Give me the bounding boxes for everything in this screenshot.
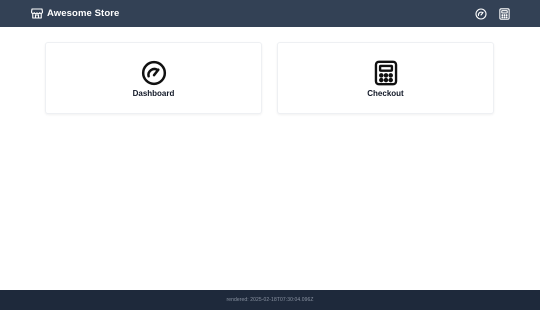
- brand[interactable]: Awesome Store: [31, 8, 119, 19]
- checkout-card[interactable]: Checkout: [277, 42, 494, 114]
- checkout-nav-button[interactable]: [497, 7, 511, 21]
- dashboard-card-label: Dashboard: [132, 89, 175, 98]
- dashboard-card[interactable]: Dashboard: [45, 42, 262, 114]
- top-bar: Awesome Store: [0, 0, 540, 27]
- card-grid: Dashboard Checkout: [45, 42, 495, 114]
- header-actions: [474, 7, 511, 21]
- checkout-card-label: Checkout: [367, 89, 404, 98]
- calculator-icon: [374, 60, 397, 86]
- gauge-icon: [475, 7, 487, 20]
- gauge-icon: [141, 60, 166, 86]
- dashboard-nav-button[interactable]: [474, 7, 488, 21]
- store-icon: [31, 8, 43, 19]
- footer: rendered: 2025-02-18T07:30:04.096Z: [0, 290, 540, 310]
- render-timestamp: rendered: 2025-02-18T07:30:04.096Z: [226, 297, 314, 303]
- app-title: Awesome Store: [47, 8, 120, 19]
- calculator-icon: [498, 7, 510, 20]
